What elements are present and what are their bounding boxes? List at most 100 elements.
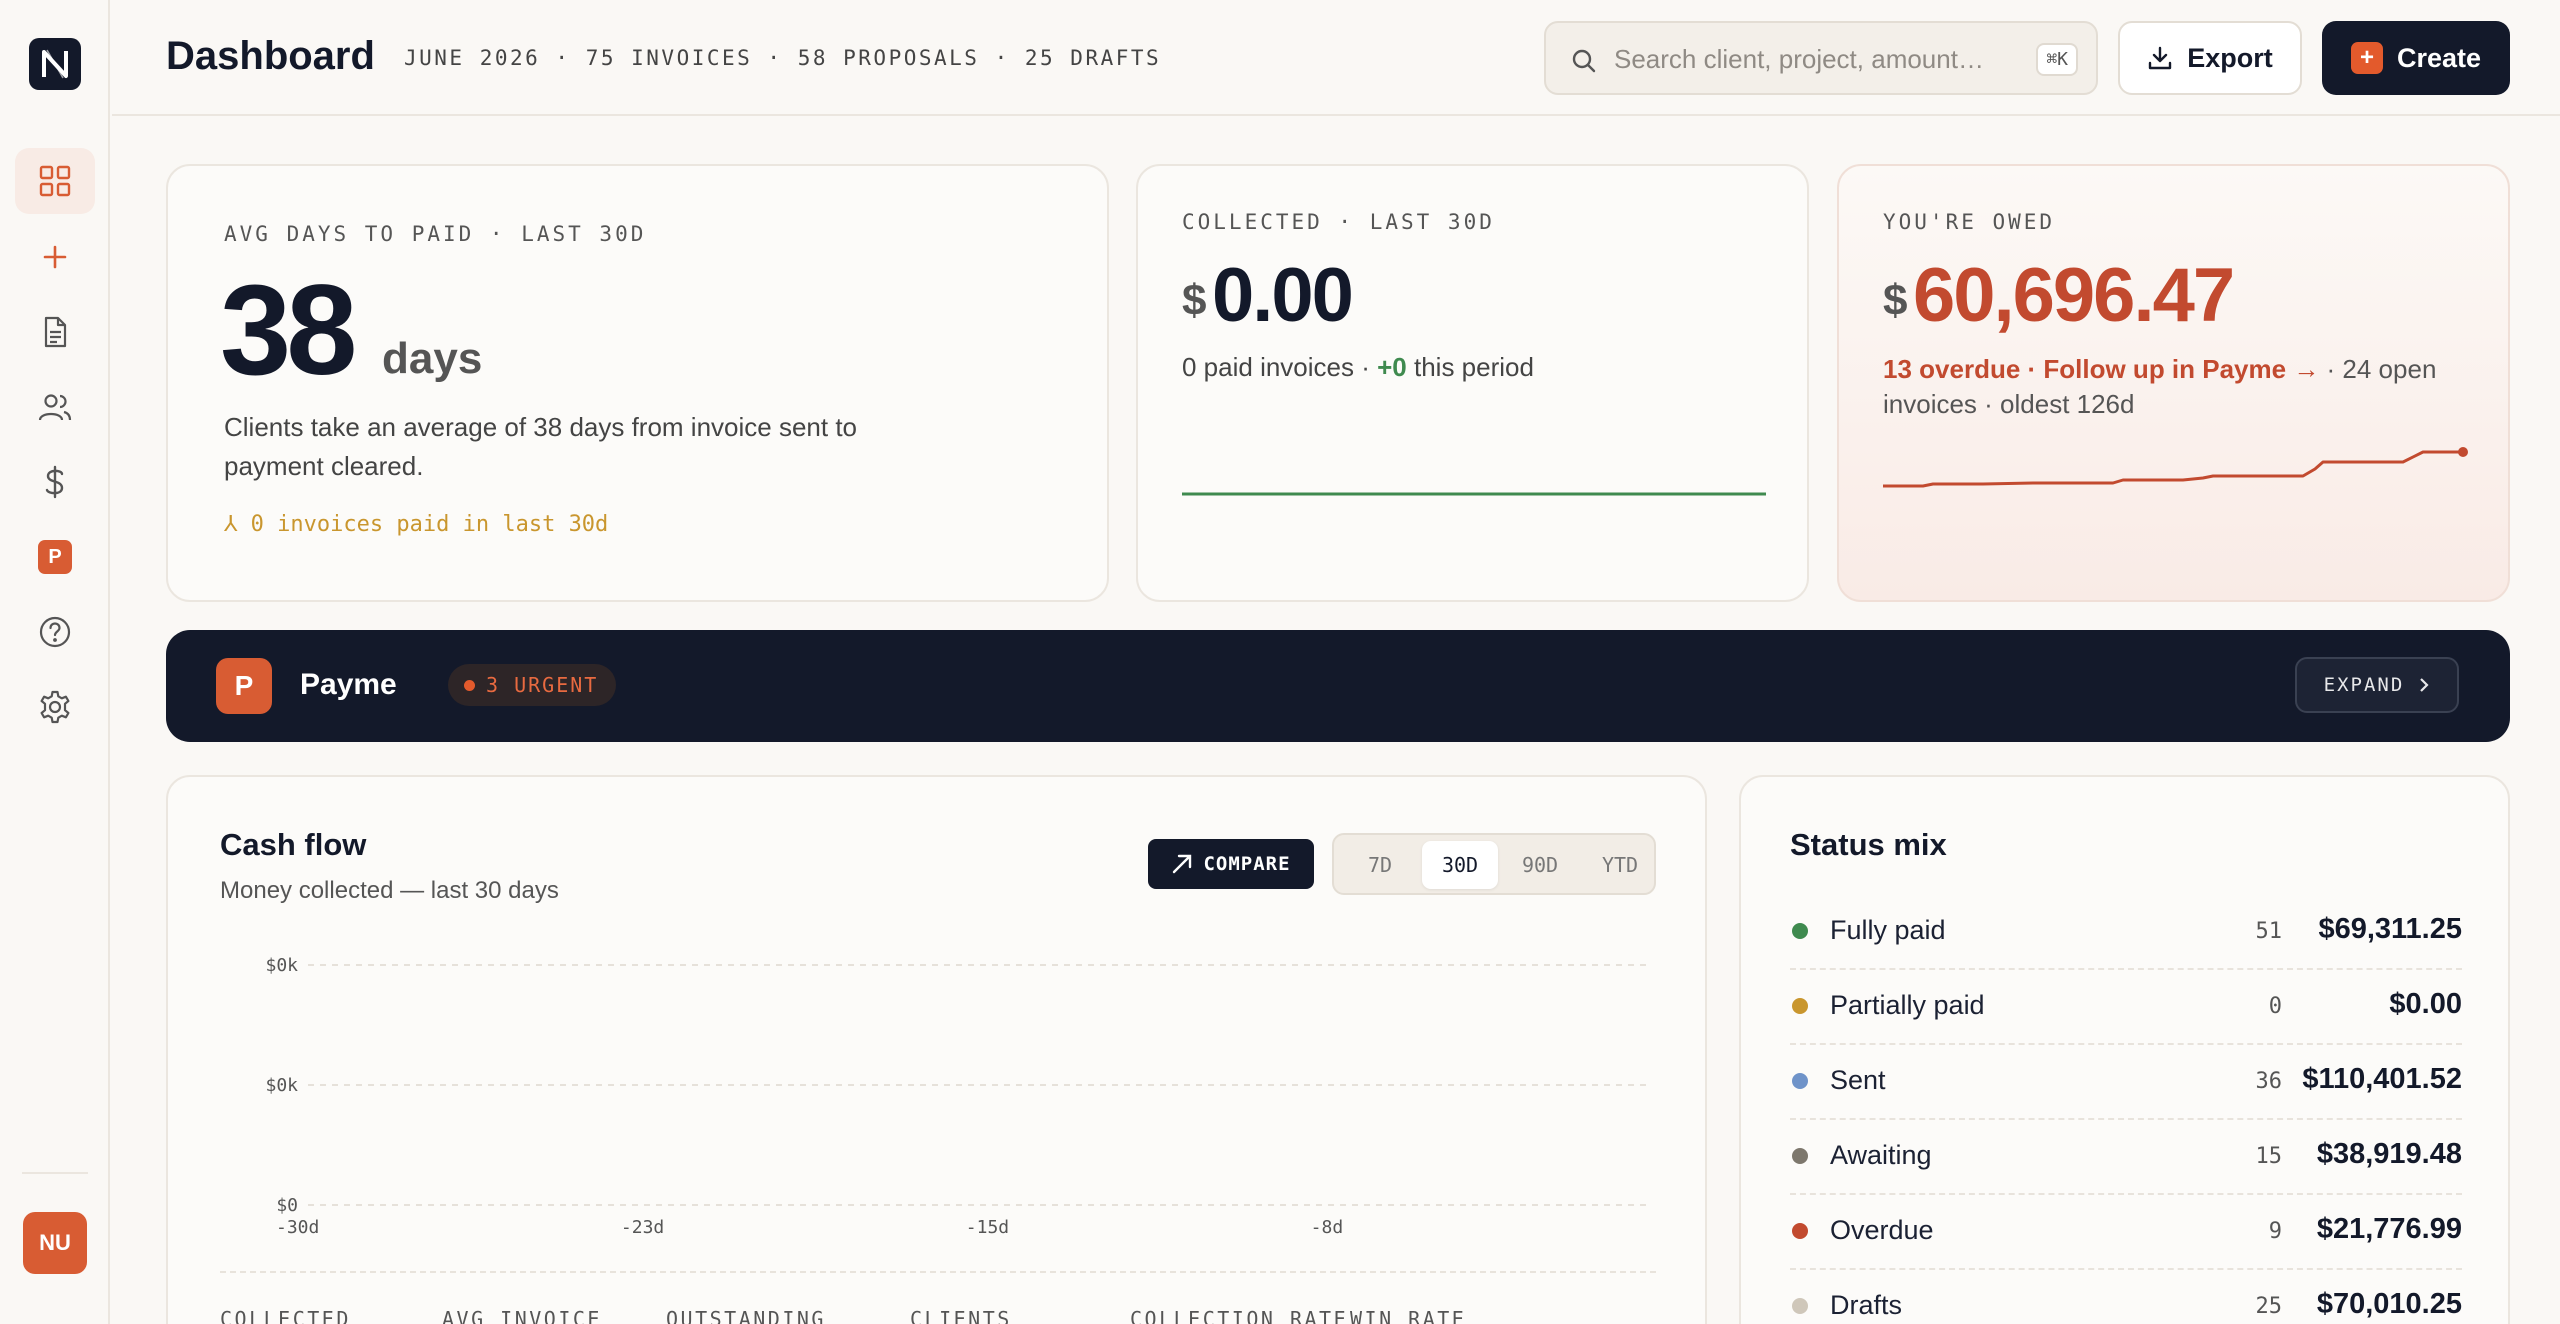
collected-value: 0.00 (1212, 253, 1354, 338)
range-tab-ytd[interactable]: YTD (1582, 841, 1658, 889)
chevron-right-icon (2420, 678, 2429, 692)
page-subtitle: JUNE 2026 · 75 INVOICES · 58 PROPOSALS ·… (404, 46, 1162, 70)
status-count: 25 (2255, 1294, 2283, 1319)
app-logo[interactable] (29, 38, 81, 90)
export-label: Export (2187, 42, 2273, 73)
status-dot-icon (1792, 923, 1808, 939)
expand-button[interactable]: EXPAND (2295, 657, 2459, 713)
owed-sparkline (1883, 447, 2468, 488)
trend-arrow-icon (1173, 854, 1192, 874)
range-tabs: 7D 30D 90D YTD (1342, 841, 1658, 889)
owed-followup-link[interactable]: 13 overdue · Follow up in Payme → (1883, 354, 2319, 384)
footer-stat-label: CLIENTS (910, 1307, 1012, 1324)
nav-documents[interactable] (15, 299, 95, 365)
cashflow-card: Cash flow Money collected — last 30 days… (166, 775, 1707, 1324)
range-tab-90d[interactable]: 90D (1502, 841, 1578, 889)
urgent-badge[interactable]: 3 URGENT (448, 664, 617, 706)
status-label: Partially paid (1830, 990, 1985, 1020)
collected-detail: 0 paid invoices · +0 this period (1182, 352, 1534, 383)
owed-detail: 13 overdue · Follow up in Payme → · 24 o… (1883, 352, 2483, 422)
status-mix-card: Status mix Fully paid 51 $69,311.25 Partial… (1739, 775, 2510, 1324)
nav-settings[interactable] (15, 674, 95, 740)
search-icon (1572, 49, 1596, 73)
status-row-partially-paid[interactable]: Partially paid 0 $0.00 (1790, 970, 2462, 1045)
collected-currency: $ (1182, 276, 1207, 325)
cashflow-title: Cash flow (220, 827, 367, 862)
grid-icon (39, 165, 71, 197)
collected-detail-prefix: 0 paid invoices · (1182, 352, 1378, 382)
status-amount: $110,401.52 (2302, 1063, 2462, 1095)
plus-icon (43, 245, 67, 269)
plus-icon: + (2350, 42, 2383, 74)
avg-days-value: 38 (220, 259, 357, 402)
status-row-overdue[interactable]: Overdue 9 $21,776.99 (1790, 1195, 2462, 1270)
gear-icon (40, 690, 70, 724)
status-dot-icon (1792, 998, 1808, 1014)
user-avatar[interactable]: NU (23, 1212, 87, 1274)
urgent-dot-icon (464, 680, 475, 691)
avg-days-description: Clients take an average of 38 days from … (224, 412, 858, 481)
cashflow-chart: $0k $0k $0-30d -23d -15d -8d (265, 955, 1648, 1237)
footer-stat-label: AVG INVOICE (442, 1307, 602, 1324)
status-label: Overdue (1830, 1215, 1934, 1245)
status-count: 15 (2255, 1144, 2283, 1169)
avg-days-card: AVG DAYS TO PAID · LAST 30D 38 days Clie… (166, 164, 1109, 602)
status-amount: $0.00 (2389, 988, 2462, 1020)
urgent-label: 3 URGENT (486, 673, 599, 697)
export-button[interactable]: Export (2118, 21, 2302, 95)
status-amount: $70,010.25 (2316, 1288, 2462, 1320)
status-count: 9 (2268, 1219, 2282, 1244)
nav-dashboard[interactable] (15, 148, 95, 214)
search-input[interactable] (1614, 39, 2014, 79)
dollar-icon (45, 465, 64, 499)
status-count: 51 (2255, 919, 2283, 944)
search-box[interactable]: ⌘K (1544, 21, 2098, 95)
status-row-fully-paid[interactable]: Fully paid 51 $69,311.25 (1790, 895, 2462, 970)
owed-currency: $ (1883, 276, 1908, 325)
nav-payments[interactable] (15, 449, 95, 515)
status-dot-icon (1792, 1073, 1808, 1089)
logo-icon (42, 49, 68, 79)
x-tick-label: -30d (276, 1217, 319, 1237)
status-row-drafts[interactable]: Drafts 25 $70,010.25 (1790, 1270, 2462, 1324)
footer-stat-label: COLLECTED (220, 1307, 351, 1324)
sidebar-divider (22, 1172, 88, 1174)
compare-label: COMPARE (1203, 853, 1291, 875)
avg-days-note: ⅄ 0 invoices paid in last 30d (224, 512, 609, 537)
status-dot-icon (1792, 1298, 1808, 1314)
y-tick-label: $0k (265, 1075, 298, 1096)
owed-card: YOU'RE OWED $ 60,696.47 13 overdue · Fol… (1837, 164, 2510, 602)
nav-payme[interactable]: P (15, 524, 95, 590)
status-amount: $38,919.48 (2316, 1138, 2462, 1170)
collected-delta: +0 (1377, 352, 1407, 382)
footer-stat-label: WIN RATE (1350, 1307, 1467, 1324)
collected-card: COLLECTED · LAST 30D $ 0.00 0 paid invoi… (1136, 164, 1809, 602)
nav-clients[interactable] (15, 374, 95, 440)
payme-badge-icon: P (38, 540, 72, 574)
status-amount: $21,776.99 (2316, 1213, 2462, 1245)
status-amount: $69,311.25 (2318, 913, 2462, 945)
expand-label: EXPAND (2323, 674, 2405, 696)
nav-create[interactable] (15, 224, 95, 290)
collected-label: COLLECTED · LAST 30D (1182, 210, 1495, 234)
collected-detail-suffix: this period (1406, 352, 1534, 382)
footer-stat-label: COLLECTION RATE (1130, 1307, 1349, 1324)
range-tab-30d[interactable]: 30D (1422, 841, 1498, 889)
compare-button[interactable]: COMPARE (1148, 839, 1314, 889)
nav-help[interactable] (15, 599, 95, 665)
status-dot-icon (1792, 1148, 1808, 1164)
page-title: Dashboard (166, 34, 375, 78)
y-tick-label: $0k (265, 955, 298, 976)
status-label: Sent (1830, 1065, 1886, 1095)
avg-days-unit: days (382, 334, 483, 383)
status-row-sent[interactable]: Sent 36 $110,401.52 (1790, 1045, 2462, 1120)
range-tab-7d[interactable]: 7D (1342, 841, 1418, 889)
document-icon (44, 316, 67, 348)
download-icon (2149, 46, 2172, 70)
owed-label: YOU'RE OWED (1883, 210, 2056, 234)
create-button[interactable]: + Create (2322, 21, 2510, 95)
status-row-awaiting[interactable]: Awaiting 15 $38,919.48 (1790, 1120, 2462, 1195)
x-tick-label: -23d (621, 1217, 664, 1237)
cashflow-divider (220, 1271, 1656, 1273)
cashflow-subtitle: Money collected — last 30 days (220, 877, 559, 904)
